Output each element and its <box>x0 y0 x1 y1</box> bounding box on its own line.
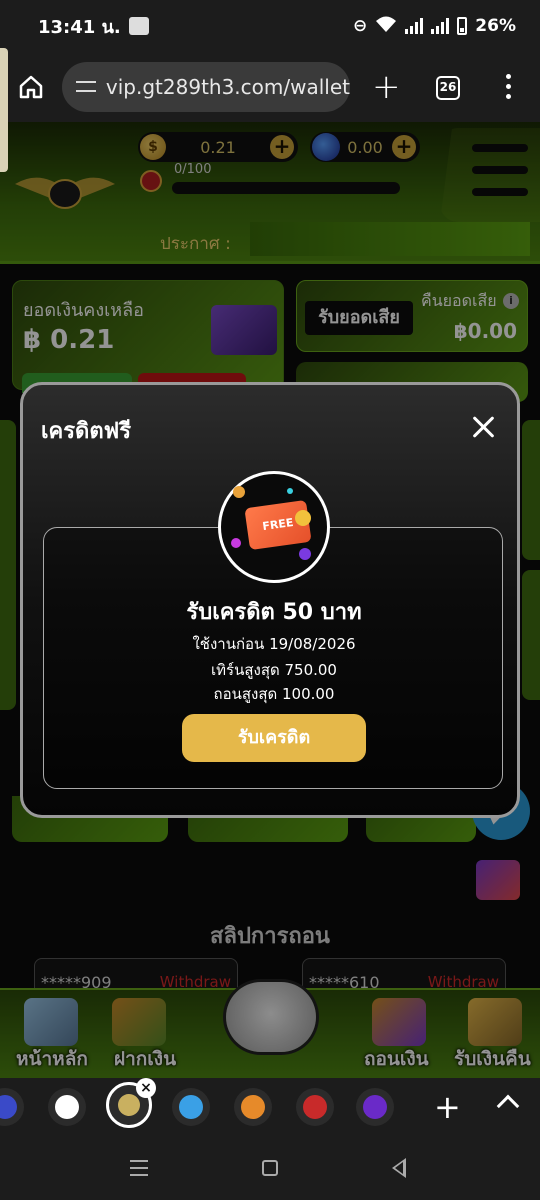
address-bar[interactable]: vip.gt289th3.com/wallet <box>62 62 350 112</box>
tab-switcher-button[interactable]: 26 <box>436 76 460 100</box>
wifi-icon <box>375 15 397 38</box>
tab-favicon[interactable] <box>356 1088 394 1126</box>
tab-favicon[interactable] <box>296 1088 334 1126</box>
signal-icon-2 <box>431 18 450 34</box>
battery-icon <box>457 17 468 35</box>
close-icon[interactable] <box>471 415 495 439</box>
edge-panel-handle[interactable] <box>0 48 8 172</box>
photo-notification-icon <box>128 17 149 35</box>
expand-tabs-icon[interactable] <box>496 1094 520 1118</box>
free-credit-modal: เครดิตฟรี รับเครดิต 50 บาท ใช้งานก่อน 19… <box>20 382 520 818</box>
browser-toolbar: vip.gt289th3.com/wallet + 26 <box>0 52 540 122</box>
site-settings-icon[interactable] <box>76 78 96 96</box>
recents-icon[interactable] <box>130 1160 148 1176</box>
decor-dot <box>233 486 245 498</box>
add-tab-icon[interactable]: + <box>434 1091 461 1123</box>
decor-dot <box>287 488 293 494</box>
modal-title: เครดิตฟรี <box>41 419 132 444</box>
tab-favicon[interactable] <box>172 1088 210 1126</box>
close-tab-icon[interactable]: × <box>136 1078 156 1098</box>
status-time: 13:41 น. <box>38 16 121 38</box>
coin-icon <box>295 510 311 526</box>
tab-favicon[interactable] <box>234 1088 272 1126</box>
decor-dot <box>299 548 311 560</box>
new-tab-icon[interactable]: + <box>372 70 401 104</box>
credit-max-withdraw: ถอนสูงสุด 100.00 <box>213 685 335 703</box>
signal-icon-1 <box>405 18 424 34</box>
browser-tab-strip: × + <box>0 1078 540 1140</box>
claim-credit-button[interactable]: รับเครดิต <box>182 714 366 762</box>
url-text: vip.gt289th3.com/wallet <box>105 75 350 99</box>
system-nav-bar <box>0 1140 540 1200</box>
credit-turnover: เทิร์นสูงสุด 750.00 <box>211 661 337 679</box>
status-bar: 13:41 น. ⊖ 26% <box>0 0 540 52</box>
decor-dot <box>231 538 241 548</box>
browser-menu-icon[interactable] <box>506 74 512 104</box>
status-icons: ⊖ 26% <box>353 15 516 38</box>
credit-amount-title: รับเครดิต 50 บาท <box>186 600 362 625</box>
system-back-icon[interactable] <box>392 1158 406 1178</box>
tab-favicon[interactable] <box>0 1088 24 1126</box>
battery-percent: 26% <box>475 16 516 36</box>
system-home-icon[interactable] <box>262 1160 278 1176</box>
browser-home-icon[interactable] <box>18 74 44 100</box>
dnd-icon: ⊖ <box>353 16 368 36</box>
tab-favicon[interactable] <box>48 1088 86 1126</box>
free-credit-badge: FREE <box>218 471 330 583</box>
credit-expiry: ใช้งานก่อน 19/08/2026 <box>192 635 356 653</box>
